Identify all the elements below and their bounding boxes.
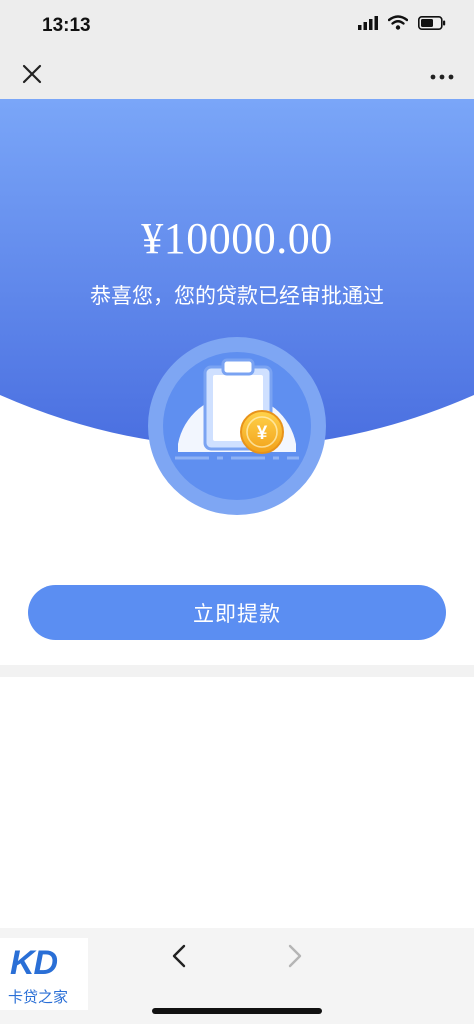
more-icon [430, 67, 454, 85]
section-divider [0, 665, 474, 677]
watermark-text: 卡贷之家 [8, 989, 69, 1006]
back-button[interactable] [164, 942, 194, 974]
approval-hero: ¥10000.00 恭喜您，您的贷款已经审批通过 ¥ 立即提款 [0, 99, 474, 665]
home-indicator [152, 1008, 322, 1014]
battery-icon [418, 15, 446, 35]
close-button[interactable] [18, 62, 46, 90]
watermark: KD 卡贷之家 [0, 938, 88, 1010]
signal-icon [358, 15, 378, 35]
watermark-logo: KD [10, 944, 58, 982]
status-icons [358, 15, 446, 35]
nav-bar [0, 52, 474, 99]
forward-button[interactable] [280, 942, 310, 974]
clipboard-coin-illustration: ¥ [145, 334, 329, 518]
chevron-right-icon [288, 944, 302, 973]
withdraw-button[interactable]: 立即提款 [28, 585, 446, 640]
status-bar: 13:13 [0, 0, 474, 52]
more-button[interactable] [426, 62, 458, 90]
approval-message: 恭喜您，您的贷款已经审批通过 [90, 285, 384, 308]
coin-symbol: ¥ [257, 423, 268, 444]
close-icon [22, 64, 42, 89]
chevron-left-icon [172, 944, 186, 973]
status-time: 13:13 [42, 15, 91, 36]
wifi-icon [387, 15, 409, 35]
loan-amount: ¥10000.00 [141, 214, 333, 263]
